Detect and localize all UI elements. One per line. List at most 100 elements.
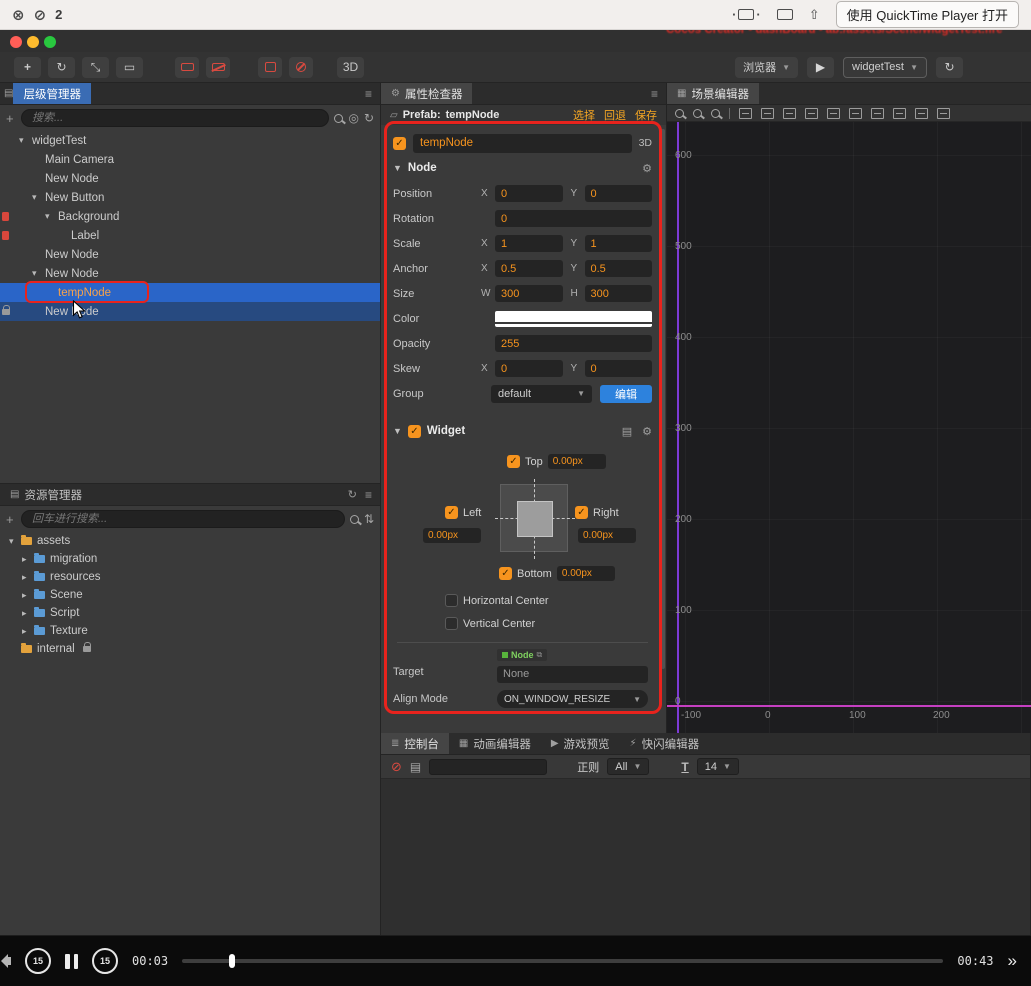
preview-target-dropdown[interactable]: 浏览器 ▼ (735, 56, 798, 78)
panel-menu-icon[interactable]: ≡ (365, 87, 372, 101)
tab-assets[interactable]: ▤ 资源管理器 (0, 484, 92, 505)
asset-item-script[interactable]: ▸ Script (0, 604, 380, 622)
expand-arrow-icon[interactable]: ▾ (32, 192, 37, 203)
curve-tool-button[interactable] (175, 56, 199, 78)
assets-search-input[interactable] (21, 510, 345, 528)
node-name-input[interactable] (413, 133, 632, 153)
search-icon[interactable] (349, 514, 359, 524)
horizontal-center-checkbox[interactable]: ✓ (445, 594, 458, 607)
collapse-arrow-icon[interactable]: ▼ (393, 163, 402, 173)
panel-menu-icon[interactable]: ≡ (651, 87, 658, 101)
zoom-in-icon[interactable] (675, 108, 684, 118)
scene-select-dropdown[interactable]: widgetTest ▼ (843, 56, 927, 78)
window-icon[interactable] (776, 9, 793, 20)
hierarchy-item-new-node[interactable]: New Node (0, 302, 380, 321)
align-center-icon[interactable] (827, 107, 840, 119)
distribute-horizontal-icon[interactable] (871, 107, 884, 119)
tab-animation-editor[interactable]: ▦ 动画编辑器 (449, 733, 541, 754)
tab-hierarchy[interactable]: 层级管理器 (13, 83, 91, 104)
widget-top-checkbox[interactable]: ✓ (507, 455, 520, 468)
log-file-icon[interactable]: ▤ (410, 760, 421, 774)
rewind-15-button[interactable]: 15 (25, 948, 51, 974)
align-mode-dropdown[interactable]: ON_WINDOW_RESIZE ▼ (497, 690, 648, 708)
widget-anchor-preset[interactable] (495, 479, 575, 559)
distribute-vertical-icon[interactable] (893, 107, 906, 119)
widget-top-input[interactable] (547, 454, 606, 469)
position-y-input[interactable] (584, 185, 652, 202)
stretch-horizontal-icon[interactable] (915, 107, 928, 119)
seek-slider[interactable] (182, 954, 944, 968)
refresh-button[interactable]: ↻ (936, 56, 963, 78)
asset-item-migration[interactable]: ▸ migration (0, 550, 380, 568)
prefab-select-link[interactable]: 选择 (573, 107, 595, 123)
prefab-revert-link[interactable]: 回退 (604, 107, 626, 123)
expand-arrow-icon[interactable]: ▾ (45, 211, 50, 222)
sync-assets-icon[interactable]: ↻ (348, 488, 357, 501)
vertical-center-checkbox[interactable]: ✓ (445, 617, 458, 630)
font-size-dropdown[interactable]: 14 ▼ (696, 758, 739, 775)
hierarchy-search-input[interactable] (21, 109, 330, 127)
widget-bottom-input[interactable] (556, 566, 615, 581)
hierarchy-item-tempnode[interactable]: tempNode (0, 281, 380, 303)
mute-icon[interactable]: ⊘ (34, 6, 47, 24)
locate-icon[interactable]: ◎ (348, 111, 358, 125)
move-tool-button[interactable]: + (14, 56, 41, 78)
hierarchy-item-new-node[interactable]: New Node (0, 245, 380, 264)
expand-arrow-icon[interactable]: ▸ (22, 590, 27, 601)
group-dropdown[interactable]: default ▼ (491, 384, 592, 403)
scale-y-input[interactable] (584, 235, 652, 252)
sort-icon[interactable]: ⇅ (364, 512, 374, 526)
target-input[interactable] (497, 665, 648, 683)
group-edit-button[interactable]: 编辑 (600, 384, 652, 403)
widget-right-checkbox[interactable]: ✓ (575, 506, 588, 519)
skew-x-input[interactable] (495, 360, 563, 377)
inspector-scrollbar[interactable] (661, 129, 665, 669)
align-left-icon[interactable] (805, 107, 818, 119)
tab-flash-editor[interactable]: ⚡ 快闪编辑器 (620, 733, 710, 754)
node-active-checkbox[interactable]: ✓ (393, 136, 406, 150)
hierarchy-item-label[interactable]: Label (0, 226, 380, 245)
size-h-input[interactable] (584, 285, 652, 302)
expand-arrow-icon[interactable]: ▸ (22, 572, 27, 583)
console-filter-input[interactable] (429, 758, 548, 775)
rotate-tool-button[interactable]: ↻ (48, 56, 75, 78)
scene-canvas[interactable]: 600 500 400 300 200 100 0 -100 0 100 200 (667, 122, 1031, 733)
toggle-3d-button[interactable]: 3D (337, 56, 364, 78)
align-right-icon[interactable] (849, 107, 862, 119)
anchor-x-input[interactable] (495, 260, 563, 277)
asset-item-resources[interactable]: ▸ resources (0, 568, 380, 586)
hierarchy-item-new-button[interactable]: ▾ New Button (0, 188, 380, 207)
rect-tool-button[interactable]: ▭ (116, 56, 143, 78)
widget-section-header[interactable]: ▼ ✓ Widget ▤ ⚙ (393, 418, 652, 444)
volume-icon[interactable] (6, 957, 11, 965)
add-asset-button[interactable]: + (6, 512, 16, 527)
stretch-vertical-icon[interactable] (937, 107, 950, 119)
zoom-window-button[interactable] (44, 36, 56, 48)
skew-y-input[interactable] (584, 360, 652, 377)
hierarchy-item-main-camera[interactable]: Main Camera (0, 150, 380, 169)
widget-left-input[interactable] (423, 528, 481, 543)
clear-console-icon[interactable]: ⊘ (391, 759, 402, 775)
asset-item-scene[interactable]: ▸ Scene (0, 586, 380, 604)
asset-item-internal[interactable]: internal (0, 640, 380, 658)
asset-item-texture[interactable]: ▸ Texture (0, 622, 380, 640)
display-icon[interactable]: · · (732, 7, 761, 22)
share-icon[interactable]: ⇧ (809, 7, 820, 23)
expand-arrow-icon[interactable]: ▾ (32, 268, 37, 279)
add-node-button[interactable]: + (6, 111, 16, 126)
tab-console[interactable]: ≣ 控制台 (381, 733, 449, 754)
expand-arrow-icon[interactable]: ▸ (22, 626, 27, 637)
zoom-reset-icon[interactable] (711, 108, 720, 118)
widget-enabled-checkbox[interactable]: ✓ (407, 424, 421, 438)
tab-game-preview[interactable]: ▶ 游戏预览 (541, 733, 620, 754)
tab-scene[interactable]: ▦ 场景编辑器 (667, 83, 759, 104)
scale-x-input[interactable] (495, 235, 563, 252)
align-middle-icon[interactable] (761, 107, 774, 119)
gear-icon[interactable]: ⚙ (642, 425, 652, 438)
expand-arrow-icon[interactable]: ▾ (19, 135, 24, 146)
search-icon[interactable] (334, 113, 344, 123)
prefab-save-link[interactable]: 保存 (635, 107, 657, 123)
open-with-quicktime-button[interactable]: 使用 QuickTime Player 打开 (835, 1, 1019, 28)
expand-arrow-icon[interactable]: ▸ (22, 608, 27, 619)
widget-bottom-checkbox[interactable]: ✓ (499, 567, 512, 580)
